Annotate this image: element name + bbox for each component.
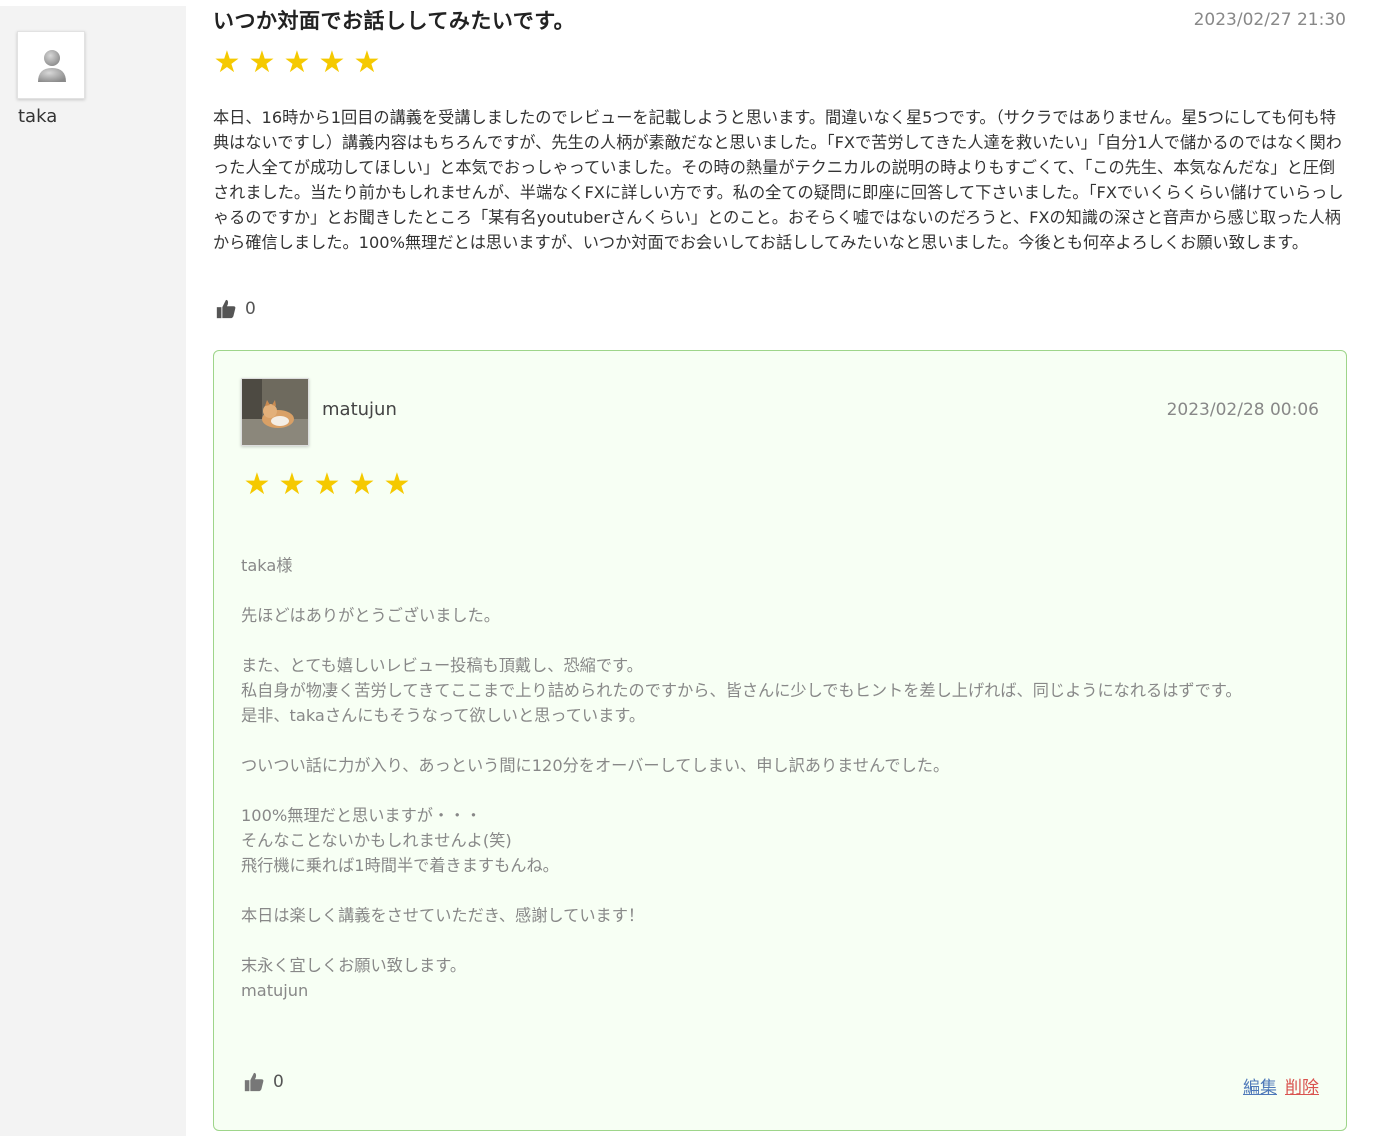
review-date: 2023/02/27 21:30 [1193, 10, 1346, 30]
thumbs-up-icon [244, 1072, 264, 1092]
delete-link[interactable]: 削除 [1285, 1073, 1319, 1098]
reply-rating-stars: ★ ★ ★ ★ ★ [243, 470, 411, 500]
reply-date: 2023/02/28 00:06 [1166, 400, 1319, 420]
star-icon: ★ [243, 467, 271, 502]
reply-card: matujun 2023/02/28 00:06 ★ ★ ★ ★ ★ taka様… [213, 350, 1347, 1131]
edit-link[interactable]: 編集 [1243, 1073, 1277, 1098]
star-icon: ★ [313, 467, 341, 502]
review-page: taka いつか対面でお話ししてみたいです。 2023/02/27 21:30 … [0, 0, 1373, 1136]
default-user-icon [38, 50, 66, 82]
reply-like-count: 0 [273, 1072, 284, 1092]
review-like-count: 0 [245, 299, 256, 319]
reviewer-sidebar: taka [0, 6, 186, 1136]
reviewer-name: taka [18, 106, 58, 127]
review-like-button[interactable]: 0 [215, 298, 256, 320]
star-icon: ★ [213, 45, 241, 80]
reply-like-button[interactable]: 0 [243, 1071, 284, 1093]
reviewer-avatar[interactable] [17, 31, 85, 99]
review-title: いつか対面でお話ししてみたいです。 [213, 9, 576, 33]
star-icon: ★ [318, 45, 346, 80]
star-icon: ★ [283, 45, 311, 80]
reply-actions: 編集 削除 [1243, 1073, 1319, 1098]
star-icon: ★ [383, 467, 411, 502]
star-icon: ★ [353, 45, 381, 80]
reply-body: taka様 先ほどはありがとうございました。 また、とても嬉しいレビュー投稿も頂… [241, 556, 1242, 1000]
star-icon: ★ [248, 45, 276, 80]
review-rating-stars: ★ ★ ★ ★ ★ [213, 48, 381, 78]
replier-avatar[interactable] [241, 378, 309, 446]
star-icon: ★ [278, 467, 306, 502]
replier-name: matujun [322, 399, 397, 420]
thumbs-up-icon [216, 299, 236, 319]
review-body: 本日、16時から1回目の講義を受講しましたのでレビューを記載しようと思います。間… [213, 108, 1344, 252]
star-icon: ★ [348, 467, 376, 502]
cat-photo-icon [242, 379, 308, 445]
